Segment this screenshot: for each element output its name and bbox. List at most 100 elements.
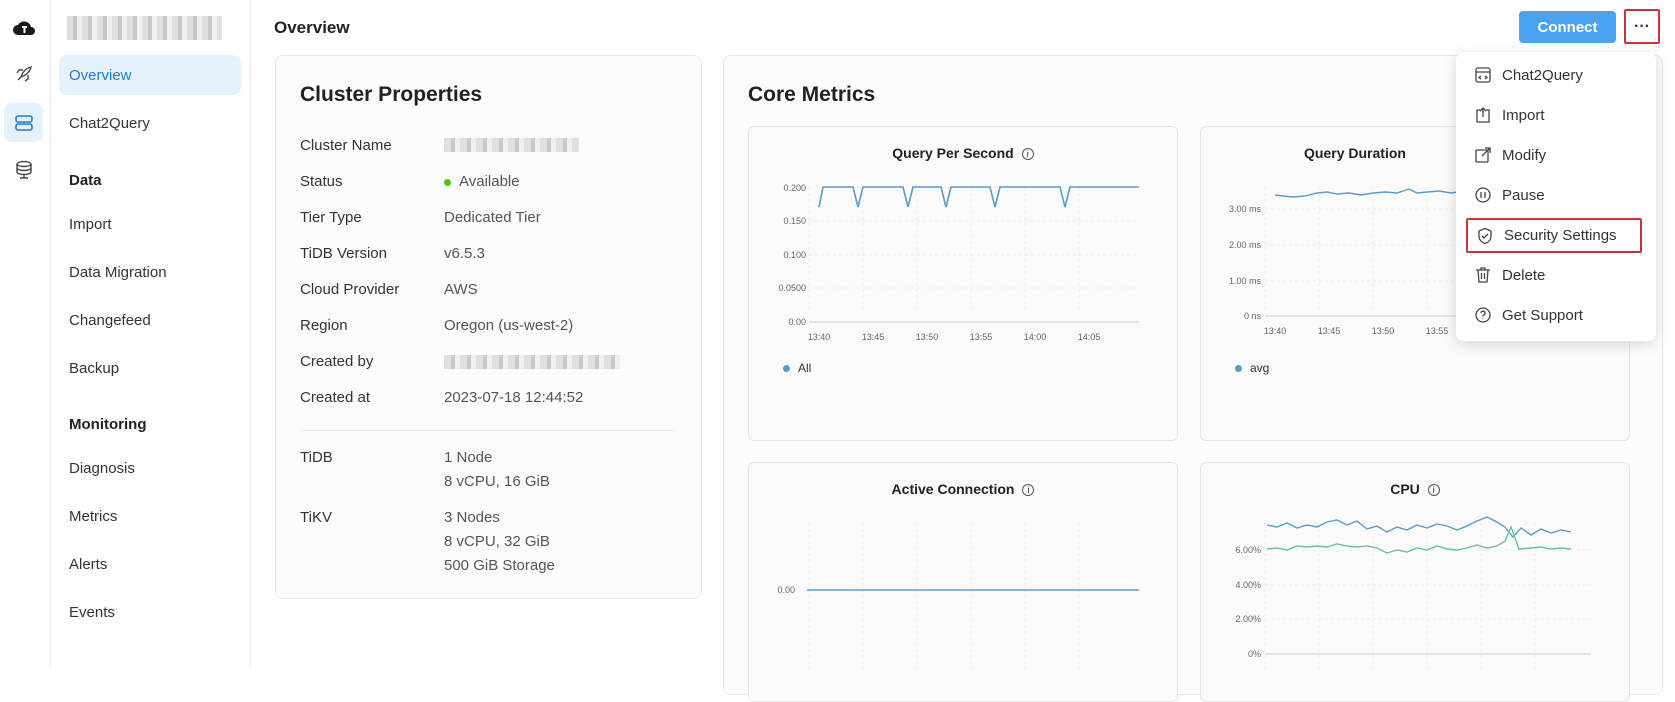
- chart-title: Active Connection i: [749, 481, 1177, 497]
- nav-changefeed[interactable]: Changefeed: [59, 300, 241, 340]
- trash-icon: [1476, 267, 1490, 283]
- database-icon[interactable]: [4, 150, 43, 189]
- prop-value: Dedicated Tier: [444, 209, 541, 226]
- prop-value: AWS: [444, 281, 478, 298]
- x-tick: 13:55: [970, 332, 993, 342]
- menu-item-pause[interactable]: Pause: [1466, 179, 1646, 211]
- icon-rail: [0, 0, 51, 668]
- y-tick: 4.00%: [1235, 580, 1261, 590]
- info-icon[interactable]: i: [1021, 148, 1034, 160]
- chart-title: CPU i: [1201, 481, 1629, 497]
- clusters-icon[interactable]: [4, 103, 43, 142]
- chart-title-text: Query Per Second: [892, 145, 1014, 161]
- more-actions-menu: Chat2Query Import Modify Pause Security …: [1456, 52, 1656, 341]
- legend-label: All: [798, 361, 812, 375]
- pause-icon: [1475, 187, 1491, 203]
- org-name-redacted[interactable]: [67, 16, 222, 40]
- nav-metrics[interactable]: Metrics: [59, 496, 241, 536]
- y-tick: 2.00%: [1235, 614, 1261, 624]
- help-icon: [1475, 307, 1491, 323]
- status-text: Available: [459, 173, 520, 190]
- menu-item-label: Security Settings: [1504, 227, 1617, 244]
- prop-label: Cloud Provider: [300, 281, 400, 298]
- y-tick: 0.00: [777, 585, 795, 595]
- legend-dot-icon: [783, 364, 790, 372]
- qps-chart: 0.200 0.150 0.100 0.0500 0.00 13:40 13:4…: [778, 183, 1139, 342]
- info-icon[interactable]: i: [1427, 484, 1440, 496]
- prop-label: Created by: [300, 353, 374, 370]
- info-icon[interactable]: i: [1022, 484, 1035, 496]
- menu-item-delete[interactable]: Delete: [1466, 259, 1646, 291]
- legend-label: avg: [1250, 361, 1270, 375]
- rocket-icon[interactable]: [4, 54, 43, 93]
- page-title: Overview: [274, 18, 350, 37]
- y-tick: 3.00 ms: [1229, 204, 1262, 214]
- status-value: Available: [444, 173, 520, 190]
- y-tick: 2.00 ms: [1229, 240, 1262, 250]
- menu-item-modify[interactable]: Modify: [1466, 139, 1646, 171]
- cpu-series-line-1: [1266, 516, 1572, 539]
- menu-item-chat2query[interactable]: Chat2Query: [1466, 59, 1646, 91]
- nav-backup[interactable]: Backup: [59, 348, 241, 388]
- y-tick: 0 ns: [1244, 311, 1262, 321]
- x-tick: 13:45: [1318, 326, 1341, 336]
- y-tick: 1.00 ms: [1229, 276, 1262, 286]
- divider: [300, 430, 676, 431]
- menu-item-label: Chat2Query: [1502, 66, 1583, 84]
- connect-button[interactable]: Connect: [1519, 11, 1616, 43]
- y-tick: 0.150: [783, 216, 806, 226]
- menu-item-label: Modify: [1502, 146, 1547, 164]
- x-tick: 13:45: [862, 332, 885, 342]
- cluster-name-redacted: [444, 138, 579, 152]
- chart-title-text: Active Connection: [891, 481, 1015, 497]
- y-tick: 0.00: [788, 317, 806, 327]
- chart-title-text: CPU: [1390, 481, 1420, 497]
- menu-item-label: Delete: [1502, 266, 1546, 284]
- status-dot-icon: [444, 178, 451, 186]
- legend-item[interactable]: avg: [1235, 361, 1269, 375]
- cluster-properties-card: Cluster Properties Cluster Name Status A…: [275, 55, 702, 599]
- prop-label: Cluster Name: [300, 137, 392, 154]
- y-tick: 0.100: [783, 250, 806, 260]
- tidb-cloud-logo[interactable]: [4, 8, 43, 47]
- y-tick: 0.0500: [778, 283, 806, 293]
- nav-events[interactable]: Events: [59, 592, 241, 632]
- prop-label: Status: [300, 173, 343, 190]
- cpu-chart-panel: CPU i 6.00% 4.00% 2.00% 0%: [1200, 462, 1630, 702]
- menu-item-label: Get Support: [1502, 306, 1583, 324]
- active-connection-chart: 0.00: [777, 523, 1139, 673]
- card-title: Core Metrics: [748, 83, 876, 106]
- chart-title: Query Per Second i: [749, 145, 1177, 161]
- nav-alerts[interactable]: Alerts: [59, 544, 241, 584]
- prop-label: TiDB Version: [300, 245, 387, 262]
- qps-series-line: [818, 186, 1139, 208]
- more-actions-button[interactable]: ···: [1624, 9, 1660, 44]
- nav-overview[interactable]: Overview: [59, 55, 241, 95]
- cpu-chart: 6.00% 4.00% 2.00% 0%: [1235, 516, 1591, 673]
- x-tick: 13:40: [808, 332, 831, 342]
- node-value: 500 GiB Storage: [444, 557, 555, 574]
- menu-item-security-settings[interactable]: Security Settings: [1466, 218, 1642, 253]
- menu-item-get-support[interactable]: Get Support: [1466, 299, 1646, 331]
- menu-item-import[interactable]: Import: [1466, 99, 1646, 131]
- modify-icon: [1475, 147, 1491, 163]
- nav-data-migration[interactable]: Data Migration: [59, 252, 241, 292]
- prop-value: Oregon (us-west-2): [444, 317, 574, 334]
- prop-label: Region: [300, 317, 348, 334]
- nav-diagnosis[interactable]: Diagnosis: [59, 448, 241, 488]
- legend-item[interactable]: All: [783, 361, 811, 375]
- import-icon: [1476, 107, 1490, 123]
- node-label: TiDB: [300, 449, 333, 466]
- prop-label: Created at: [300, 389, 371, 406]
- menu-item-label: Import: [1502, 106, 1545, 124]
- nav-chat2query[interactable]: Chat2Query: [59, 103, 241, 143]
- chart-title-text: Query Duration: [1304, 145, 1406, 161]
- sidebar: Overview Chat2Query Data Import Data Mig…: [51, 0, 251, 668]
- node-value: 8 vCPU, 32 GiB: [444, 533, 550, 550]
- y-tick: 0.200: [783, 183, 806, 193]
- duration-series-line: [1274, 188, 1464, 198]
- nav-import[interactable]: Import: [59, 204, 241, 244]
- prop-value: v6.5.3: [444, 245, 485, 262]
- legend-dot-icon: [1235, 364, 1242, 372]
- node-label: TiKV: [300, 509, 332, 526]
